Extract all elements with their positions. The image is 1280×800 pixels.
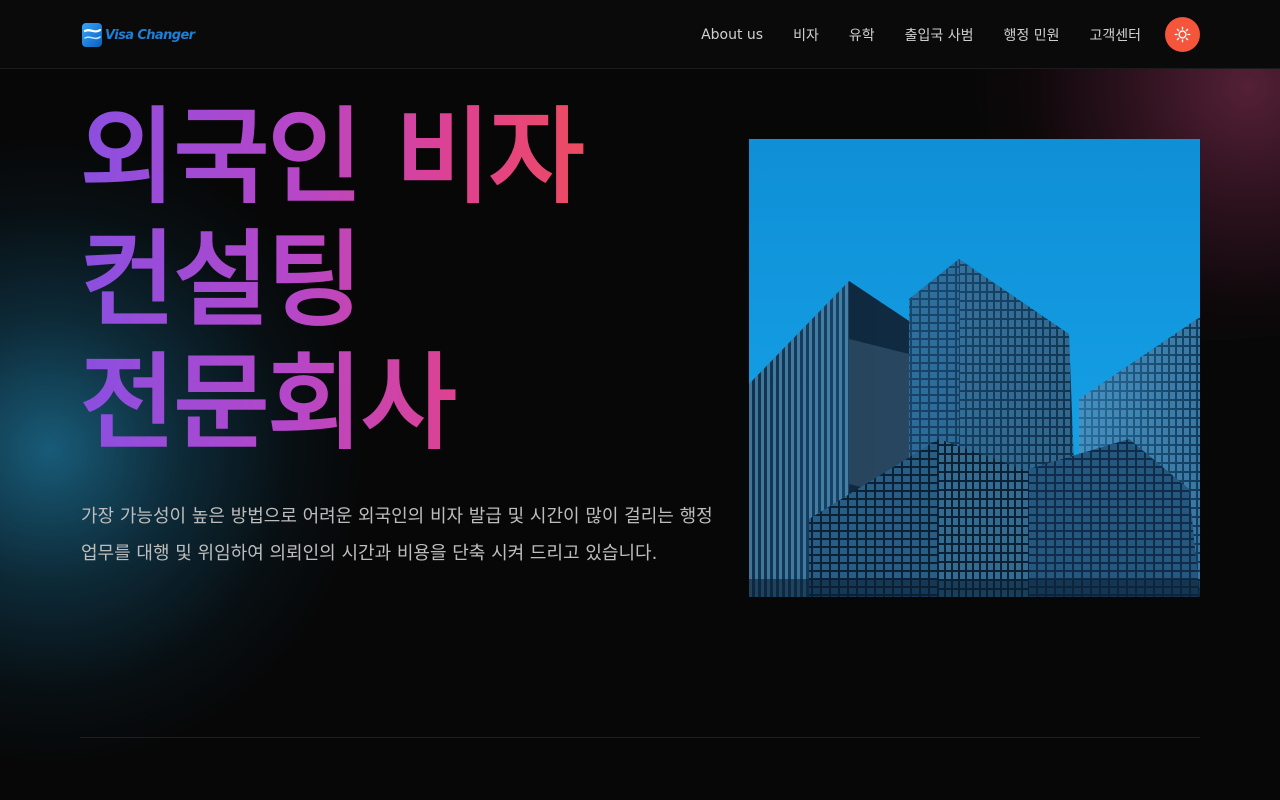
hero-title-line-1: 외국인 비자 xyxy=(80,96,680,219)
hero-description: 가장 가능성이 높은 방법으로 어려운 외국인의 비자 발급 및 시간이 많이 … xyxy=(81,506,713,564)
page: Visa Changer About us 비자 유학 출입국 사범 행정 민원… xyxy=(0,0,1280,800)
hero-title-line-2: 컨설팅 xyxy=(80,219,680,342)
logo-mark-icon xyxy=(82,23,102,47)
section-divider xyxy=(80,737,1200,738)
logo-text: Visa Changer xyxy=(105,28,195,43)
nav-item-immigration-offense[interactable]: 출입국 사범 xyxy=(905,25,974,45)
site-header: Visa Changer About us 비자 유학 출입국 사범 행정 민원… xyxy=(0,0,1280,69)
hero-title: 외국인 비자 컨설팅 전문회사 xyxy=(80,96,680,465)
hero-building-image xyxy=(749,139,1200,597)
hero-title-line-3: 전문회사 xyxy=(80,342,680,465)
nav-item-customer-center[interactable]: 고객센터 xyxy=(1089,25,1141,45)
sun-icon xyxy=(1174,26,1191,43)
nav-item-visa[interactable]: 비자 xyxy=(793,25,819,45)
nav-item-study-abroad[interactable]: 유학 xyxy=(849,25,875,45)
nav-item-administrative-petition[interactable]: 행정 민원 xyxy=(1003,25,1059,45)
logo[interactable]: Visa Changer xyxy=(81,21,195,49)
office-building-photo xyxy=(749,139,1200,597)
main-nav: About us 비자 유학 출입국 사범 행정 민원 고객센터 xyxy=(701,17,1200,52)
theme-toggle-button[interactable] xyxy=(1165,17,1200,52)
nav-item-about-us[interactable]: About us xyxy=(701,27,763,43)
